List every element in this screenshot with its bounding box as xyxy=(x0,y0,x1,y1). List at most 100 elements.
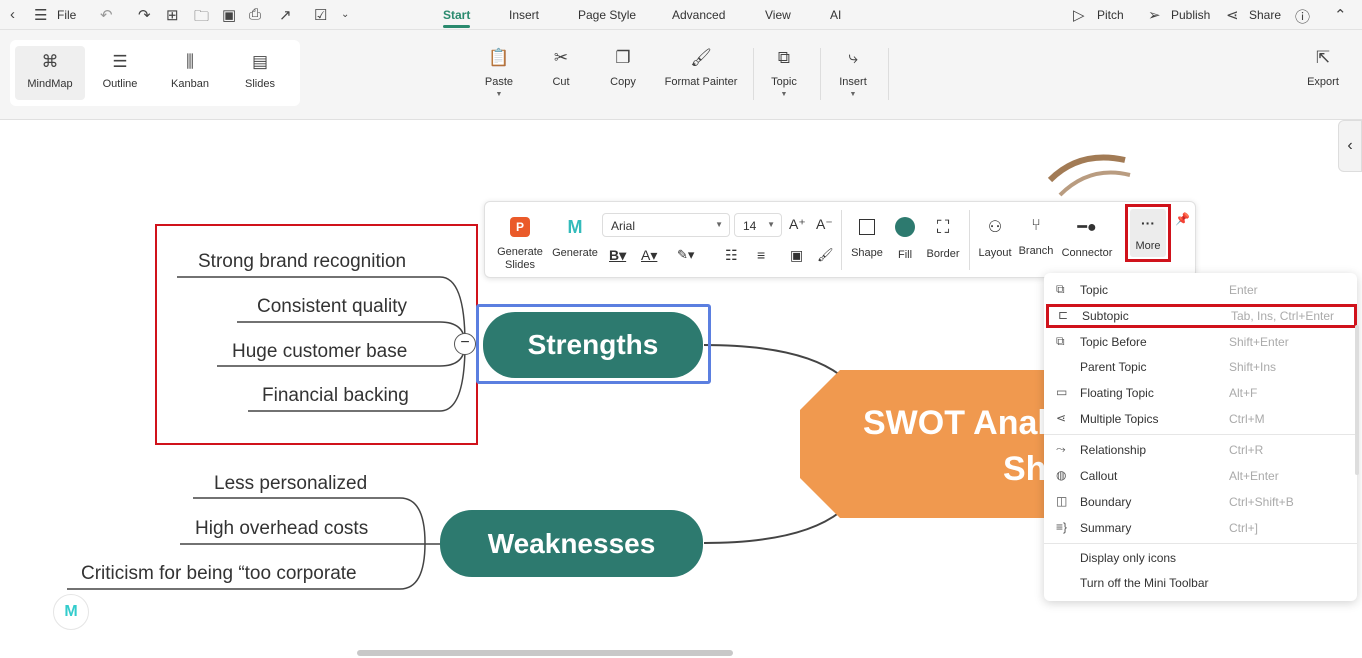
tab-ai[interactable]: AI xyxy=(830,8,841,22)
border-button[interactable]: ⛶ Border xyxy=(925,217,961,260)
checklist-icon[interactable]: ☑ xyxy=(314,6,327,24)
leaf-strength[interactable]: Huge customer base xyxy=(232,341,407,363)
leaf-weakness[interactable]: High overhead costs xyxy=(195,518,368,540)
view-slides[interactable]: ▤ Slides xyxy=(225,46,295,100)
copy-button[interactable]: ❐ Copy xyxy=(608,48,638,88)
help-icon[interactable]: ⓘ xyxy=(1295,6,1310,27)
checklist-icon[interactable]: ▣ xyxy=(790,247,803,264)
collapse-icon[interactable]: ⌃ xyxy=(1334,6,1347,24)
share-button[interactable]: Share xyxy=(1249,8,1281,22)
label: Cut xyxy=(552,76,570,88)
share-icon[interactable]: ⋖ xyxy=(1226,6,1239,24)
menu-item-summary[interactable]: ≡} Summary Ctrl+] xyxy=(1044,516,1357,540)
list-icon[interactable]: ☷ xyxy=(725,247,738,264)
menu-item-floating-topic[interactable]: ▭ Floating Topic Alt+F xyxy=(1044,381,1357,405)
menu-item-label: Floating Topic xyxy=(1080,386,1154,400)
publish-icon[interactable]: ➢ xyxy=(1148,6,1161,24)
menu-item-turn-off-the-mini-toolbar[interactable]: Turn off the Mini Toolbar xyxy=(1044,571,1357,595)
horizontal-scrollbar[interactable] xyxy=(357,650,733,656)
shape-button[interactable]: Shape xyxy=(849,217,885,259)
view-outline[interactable]: ☰ Outline xyxy=(85,46,155,100)
node-weaknesses[interactable]: Weaknesses xyxy=(440,510,703,577)
export-button[interactable]: ⇱ Export xyxy=(1303,48,1343,88)
decrease-font-icon[interactable]: A⁻ xyxy=(816,216,833,233)
paste-button[interactable]: 📋 Paste ▼ xyxy=(484,48,514,98)
leaf-strength[interactable]: Consistent quality xyxy=(257,296,407,318)
menu-item-shortcut: Alt+Enter xyxy=(1229,469,1279,483)
insert-icon: ⤷ xyxy=(848,48,858,67)
font-family-select[interactable]: Arial ▼ xyxy=(602,213,730,237)
back-icon[interactable]: ‹ xyxy=(10,6,15,23)
tab-start[interactable]: Start xyxy=(443,8,471,28)
layout-button[interactable]: ⚇ Layout xyxy=(977,217,1013,259)
label: Paste xyxy=(484,76,514,88)
label: Copy xyxy=(610,76,636,88)
leaf-weakness[interactable]: Criticism for being “too corporate xyxy=(81,563,357,585)
highlight-icon[interactable]: ✎▾ xyxy=(677,247,694,263)
open-folder-icon[interactable]: 🗀 xyxy=(194,6,209,31)
new-icon[interactable]: ⊞ xyxy=(166,6,179,24)
insert-button[interactable]: ⤷ Insert ▼ xyxy=(836,48,870,98)
tab-insert[interactable]: Insert xyxy=(509,8,539,22)
save-icon[interactable]: ▣ xyxy=(222,6,236,24)
increase-font-icon[interactable]: A⁺ xyxy=(789,216,806,233)
menu-icon[interactable]: ☰ xyxy=(34,6,47,24)
format-painter-button[interactable]: 🖌 Format Painter xyxy=(661,48,741,88)
tab-view[interactable]: View xyxy=(765,8,791,22)
publish-button[interactable]: Publish xyxy=(1171,8,1210,22)
branch-button[interactable]: ⑂ Branch xyxy=(1017,217,1055,257)
connector-button[interactable]: ━● Connector xyxy=(1059,217,1115,259)
menu-item-multiple-topics[interactable]: ⋖ Multiple Topics Ctrl+M xyxy=(1044,407,1357,431)
ai-assistant-icon[interactable]: M xyxy=(53,594,89,630)
pitch-button[interactable]: Pitch xyxy=(1097,8,1124,22)
bold-icon[interactable]: B▾ xyxy=(609,247,626,264)
leaf-weakness[interactable]: Less personalized xyxy=(214,473,367,495)
tab-advanced[interactable]: Advanced xyxy=(672,8,725,22)
align-icon[interactable]: ≡ xyxy=(757,247,765,263)
leaf-strength[interactable]: Financial backing xyxy=(262,385,409,407)
menu-scrollbar[interactable] xyxy=(1355,325,1359,475)
file-menu[interactable]: File xyxy=(57,8,76,22)
tab-page-style[interactable]: Page Style xyxy=(578,8,636,22)
connector-icon: ━● xyxy=(1077,219,1097,236)
clear-format-icon[interactable]: 🖌 xyxy=(817,247,834,263)
menu-divider xyxy=(1044,434,1357,435)
menu-item-topic-before[interactable]: ⧉ Topic Before Shift+Enter xyxy=(1044,330,1357,354)
menu-item-display-only-icons[interactable]: Display only icons xyxy=(1044,546,1357,570)
topic-button[interactable]: ⧉ Topic ▼ xyxy=(768,48,800,98)
side-panel-toggle[interactable]: ‹ xyxy=(1338,120,1362,172)
undo-icon[interactable]: ↶ xyxy=(100,6,113,24)
menu-item-parent-topic[interactable]: Parent Topic Shift+Ins xyxy=(1044,355,1357,379)
menu-item-shortcut: Ctrl+] xyxy=(1229,521,1259,535)
more-tools-icon[interactable]: ⌄ xyxy=(341,9,349,20)
label: Shape xyxy=(851,247,883,259)
menu-item-callout[interactable]: ◍ Callout Alt+Enter xyxy=(1044,464,1357,488)
mini-toolbar: P Generate Slides M Generate Arial ▼ 14 ▼ A⁺… xyxy=(484,201,1196,278)
label: Generate xyxy=(552,247,598,259)
redo-icon[interactable]: ↷ xyxy=(138,6,151,24)
menu-item-topic[interactable]: ⧉ Topic Enter xyxy=(1044,278,1357,302)
pitch-icon[interactable]: ▷ xyxy=(1073,6,1085,24)
print-icon[interactable]: ⎙ xyxy=(249,6,261,23)
menu-item-relationship[interactable]: ⤳ Relationship Ctrl+R xyxy=(1044,438,1357,462)
fill-button[interactable]: Fill xyxy=(891,217,919,261)
pin-icon[interactable]: 📌 xyxy=(1175,212,1190,226)
leaf-strength[interactable]: Strong brand recognition xyxy=(198,251,406,273)
generate-slides-button[interactable]: P Generate Slides xyxy=(495,217,545,272)
generate-button[interactable]: M Generate xyxy=(550,217,600,259)
view-kanban[interactable]: ⫼ Kanban xyxy=(155,46,225,100)
view-mindmap[interactable]: ⌘ MindMap xyxy=(15,46,85,100)
node-strengths[interactable]: Strengths xyxy=(483,312,703,378)
collapse-toggle[interactable]: − xyxy=(454,333,476,355)
menu-item-subtopic[interactable]: ⊏ Subtopic Tab, Ins, Ctrl+Enter xyxy=(1046,304,1357,328)
menu-item-boundary[interactable]: ◫ Boundary Ctrl+Shift+B xyxy=(1044,490,1357,514)
font-color-icon[interactable]: A▾ xyxy=(641,247,657,264)
value: 14 xyxy=(743,219,757,233)
font-size-select[interactable]: 14 ▼ xyxy=(734,213,782,237)
slides-p-icon: P xyxy=(510,217,530,237)
label: More xyxy=(1135,240,1161,252)
cut-button[interactable]: ✂ Cut xyxy=(548,48,574,88)
more-button[interactable]: ··· More xyxy=(1130,209,1166,257)
export-share-icon[interactable]: ↗ xyxy=(279,6,292,24)
label: MindMap xyxy=(27,78,73,90)
